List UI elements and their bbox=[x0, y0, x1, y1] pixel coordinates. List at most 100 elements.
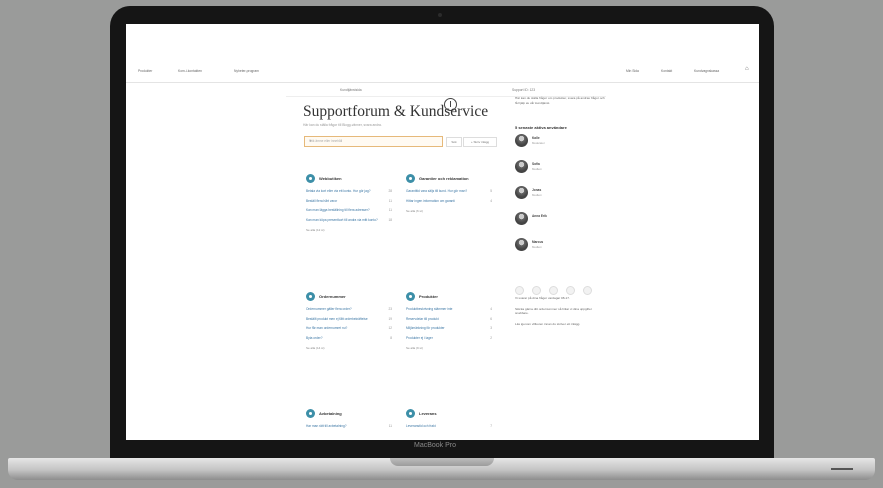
user-item[interactable]: Jonas Medlem bbox=[515, 186, 605, 208]
question-link[interactable]: Kan man köpa presentkort till andra via … bbox=[306, 218, 392, 223]
twitter-icon[interactable] bbox=[532, 286, 541, 296]
category-icon bbox=[306, 174, 315, 183]
top-navigation: Produkter Kom-i-kontakten Nyheter-progra… bbox=[126, 60, 759, 111]
category-produkter: Produkter Produktbeskrivning stämmer int… bbox=[406, 292, 498, 350]
category-header[interactable]: Garantier och reklamation bbox=[406, 174, 498, 184]
user-name: Anna Erik bbox=[532, 214, 547, 219]
category-title: Garantier och reklamation bbox=[419, 176, 469, 181]
sidebar-heading: 5 senaste aktiva användare bbox=[515, 125, 567, 131]
question-text: Betala via kort eller via ett konto. Hur… bbox=[306, 189, 371, 193]
see-all-link[interactable]: Se alla (6 st) bbox=[406, 209, 498, 213]
question-link[interactable]: Leveranstid och frakt 7 bbox=[406, 424, 492, 429]
reply-count: 11 bbox=[388, 198, 392, 203]
question-link[interactable]: Produkter ej i lager 2 bbox=[406, 335, 492, 341]
question-text: Ordernummer gäller flera order? bbox=[306, 307, 352, 311]
question-text: Produkter ej i lager bbox=[406, 335, 433, 340]
see-all-link[interactable]: Se alla (12 st) bbox=[306, 228, 398, 232]
question-link[interactable]: Reservdelar till produkt 6 bbox=[406, 316, 492, 322]
category-header[interactable]: Ordernummer bbox=[306, 292, 398, 302]
email-icon[interactable] bbox=[583, 286, 592, 296]
question-link[interactable]: Beställ flera hårt varor 11 bbox=[306, 198, 392, 204]
youtube-icon[interactable] bbox=[566, 286, 575, 296]
question-text: Beställt produkt men ej fått orderbekräf… bbox=[306, 316, 368, 321]
question-text: Byta order? bbox=[306, 335, 323, 340]
question-link[interactable]: Produktbeskrivning stämmer inte 4 bbox=[406, 307, 492, 312]
question-text: Hur får man ordernumret nu? bbox=[306, 326, 348, 330]
reply-count: 19 bbox=[388, 316, 392, 321]
facebook-icon[interactable] bbox=[515, 286, 524, 296]
question-link[interactable]: Miljömärkning för produkter 3 bbox=[406, 326, 492, 331]
question-text: Kan man lägga beställning till flera adr… bbox=[306, 208, 370, 212]
search-input[interactable]: Sök ämne eller innehåll ▼ bbox=[304, 136, 443, 147]
category-ordernummer: Ordernummer Ordernummer gäller flera ord… bbox=[306, 292, 398, 350]
category-icon bbox=[406, 292, 415, 301]
user-name: Kalle bbox=[532, 136, 540, 141]
sidebar-paragraph: Skicka gärna ditt ordernummer så hittar … bbox=[515, 306, 592, 316]
user-role: Moderator bbox=[532, 141, 545, 146]
user-item[interactable]: Sofia Medlem bbox=[515, 160, 605, 182]
nav-item-kontakt-right[interactable]: Kontakt bbox=[661, 69, 672, 73]
question-text: Hittar ingen information om garanti bbox=[406, 198, 455, 203]
user-name: Jonas bbox=[532, 188, 542, 193]
page-title: Supportforum & Kundservice bbox=[303, 103, 489, 120]
category-icon bbox=[306, 292, 315, 301]
question-link[interactable]: Kan man lägga beställning till flera adr… bbox=[306, 208, 392, 213]
question-text: Reservdelar till produkt bbox=[406, 316, 439, 321]
question-text: Beställ flera hårt varor bbox=[306, 198, 338, 203]
status-led bbox=[831, 468, 853, 470]
sub-item-kundtjanst[interactable]: Kundtjänstsida bbox=[340, 88, 362, 92]
cart-icon[interactable]: ⌂ bbox=[745, 66, 749, 72]
category-title: Webbutiken bbox=[319, 176, 342, 181]
question-link[interactable]: Ordernummer gäller flera order? 23 bbox=[306, 307, 392, 312]
reply-count: 4 bbox=[490, 198, 492, 203]
reply-count: 2 bbox=[490, 335, 492, 340]
category-header[interactable]: Produkter bbox=[406, 292, 498, 302]
question-link[interactable]: Garantitid vara säljs till kund. Hur gör… bbox=[406, 189, 492, 194]
user-name: Marcus bbox=[532, 240, 544, 245]
category-icon bbox=[306, 409, 315, 418]
avatar bbox=[515, 134, 528, 148]
reply-count: 5 bbox=[490, 189, 492, 193]
user-name: Sofia bbox=[532, 162, 540, 167]
sidebar-paragraph: Läs igenom villkoren innan du skriver et… bbox=[515, 321, 581, 326]
question-link[interactable]: Beställt produkt men ej fått orderbekräf… bbox=[306, 316, 392, 322]
nav-item-min-sida[interactable]: Min Sida bbox=[626, 69, 639, 73]
nav-item-nyheter[interactable]: Nyheter-program bbox=[234, 69, 259, 73]
reply-count: 12 bbox=[388, 326, 392, 330]
user-item[interactable]: Marcus Medlem bbox=[515, 238, 605, 260]
reply-count: 8 bbox=[390, 335, 392, 340]
question-link[interactable]: Betala via kort eller via ett konto. Hur… bbox=[306, 189, 392, 194]
sidebar: Här kan du ställa frågor om produkter, s… bbox=[515, 96, 605, 326]
nav-item-kundvagn[interactable]: Kundvagnskassa bbox=[694, 69, 719, 73]
new-post-button[interactable]: + Skriv inlägg bbox=[463, 137, 497, 147]
sidebar-paragraph: Vi svarar på dina frågor vardagar 08-17. bbox=[515, 296, 570, 301]
user-item[interactable]: Anna Erik bbox=[515, 212, 605, 234]
page-lead: Här kan du ställa frågor till Blogg-vänn… bbox=[303, 123, 382, 127]
category-header[interactable]: Avbetalning bbox=[306, 409, 398, 419]
see-all-link[interactable]: Se alla (14 st) bbox=[306, 346, 398, 350]
question-link[interactable]: Har man rätt till avbetalning? 11 bbox=[306, 424, 392, 429]
laptop-brand: MacBook Pro bbox=[414, 442, 457, 449]
user-item[interactable]: Kalle Moderator bbox=[515, 134, 605, 156]
question-link[interactable]: Hur får man ordernumret nu? 12 bbox=[306, 326, 392, 331]
category-header[interactable]: Leverans bbox=[406, 409, 498, 419]
category-icon bbox=[406, 174, 415, 183]
reply-count: 3 bbox=[490, 326, 492, 330]
search-button[interactable]: Sök bbox=[446, 137, 462, 147]
nav-item-produkter[interactable]: Produkter bbox=[138, 69, 152, 73]
category-title: Produkter bbox=[419, 294, 438, 299]
avatar bbox=[515, 186, 528, 200]
sub-item-support-id[interactable]: Support ID: 123 bbox=[512, 88, 535, 92]
see-all-link[interactable]: Se alla (9 st) bbox=[406, 346, 498, 350]
reply-count: 23 bbox=[388, 307, 392, 311]
instagram-icon[interactable] bbox=[549, 286, 558, 296]
category-garantier: Garantier och reklamation Garantitid var… bbox=[406, 174, 498, 213]
question-link[interactable]: Hittar ingen information om garanti 4 bbox=[406, 198, 492, 204]
reply-count: 18 bbox=[388, 217, 392, 222]
reply-count: 28 bbox=[388, 189, 392, 193]
question-link[interactable]: Byta order? 8 bbox=[306, 335, 392, 341]
category-header[interactable]: Webbutiken bbox=[306, 174, 398, 184]
nav-item-kontakt[interactable]: Kom-i-kontakten bbox=[178, 69, 202, 73]
user-role: Medlem bbox=[532, 167, 542, 172]
category-title: Leverans bbox=[419, 411, 437, 416]
